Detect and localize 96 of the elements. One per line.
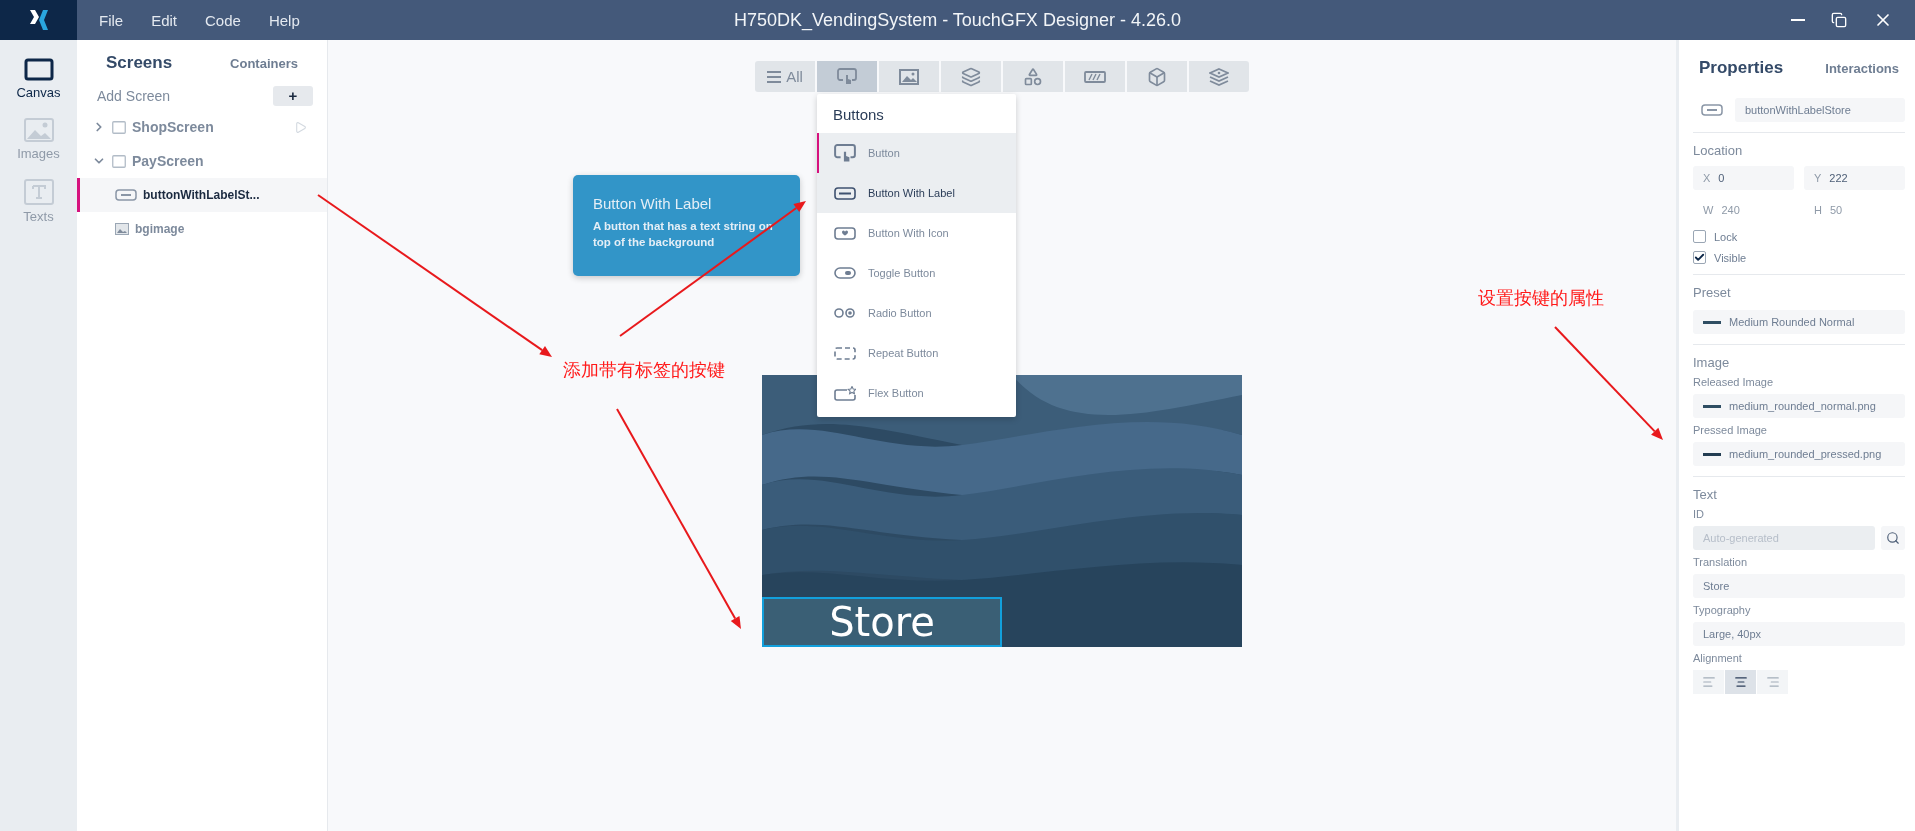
checkbox-label: Lock bbox=[1714, 230, 1738, 243]
dashed-button-icon bbox=[834, 346, 856, 360]
radio-icon bbox=[834, 308, 856, 318]
tooltip-title: Button With Label bbox=[593, 195, 713, 212]
section-title: Location bbox=[1693, 143, 1744, 158]
field-label: Typography bbox=[1693, 604, 1752, 616]
add-screen-button[interactable]: + bbox=[273, 86, 313, 106]
swatch-icon bbox=[1703, 452, 1721, 456]
text-tag-icon bbox=[115, 189, 137, 201]
typography-field[interactable]: Large, 40px bbox=[1693, 622, 1905, 646]
panel-tab[interactable]: Interactions bbox=[1819, 59, 1905, 77]
pointer-button-icon bbox=[834, 143, 856, 163]
checkbox[interactable] bbox=[1693, 251, 1706, 264]
search-button[interactable] bbox=[1881, 526, 1905, 550]
pointer-button-icon bbox=[837, 68, 857, 85]
image-icon bbox=[115, 223, 129, 235]
preset-field[interactable]: Medium Rounded Normal bbox=[1693, 310, 1905, 334]
widget-tab[interactable] bbox=[1189, 61, 1249, 92]
rail-tab[interactable]: Canvas bbox=[3, 54, 74, 104]
image-icon bbox=[899, 68, 919, 85]
menu-item[interactable]: Radio Button bbox=[817, 293, 1016, 333]
align-center-button[interactable] bbox=[1725, 670, 1756, 694]
menu-item[interactable]: Button With Label bbox=[817, 173, 1016, 213]
minimize-icon bbox=[1791, 19, 1805, 21]
name-field[interactable]: buttonWithLabelStore bbox=[1735, 98, 1905, 122]
menu-item[interactable]: Code bbox=[205, 11, 241, 29]
section-title: Image bbox=[1693, 355, 1731, 370]
star-button-icon bbox=[834, 385, 856, 401]
widget-tab[interactable]: All bbox=[755, 61, 815, 92]
screen-icon bbox=[112, 154, 126, 168]
field-label: Released Image bbox=[1693, 376, 1775, 388]
swatch-icon bbox=[1703, 404, 1721, 408]
coordinate-field[interactable]: Y 222 bbox=[1804, 166, 1905, 190]
checkbox-label: Visible bbox=[1714, 251, 1747, 264]
align-left-icon bbox=[1701, 675, 1716, 689]
tree-item[interactable]: bgimage bbox=[77, 212, 327, 246]
screen-icon bbox=[112, 120, 126, 134]
image-icon bbox=[23, 118, 54, 142]
section-title: Text bbox=[1693, 487, 1718, 502]
restore-button[interactable] bbox=[1829, 10, 1849, 30]
widget-tab[interactable] bbox=[1003, 61, 1063, 92]
image-field[interactable]: medium_rounded_normal.png bbox=[1693, 394, 1905, 418]
widget-tab[interactable] bbox=[1065, 61, 1125, 92]
menu-item[interactable]: File bbox=[99, 11, 124, 29]
layers-icon bbox=[961, 66, 981, 87]
align-center-icon bbox=[1733, 675, 1748, 689]
widget-tab[interactable] bbox=[1127, 61, 1187, 92]
panel-tab[interactable]: Containers bbox=[224, 54, 304, 72]
align-right-icon bbox=[1765, 675, 1780, 689]
menu-item[interactable]: Edit bbox=[151, 11, 178, 29]
text-tag-icon bbox=[1701, 104, 1723, 116]
text-icon bbox=[23, 179, 54, 205]
toggle-icon bbox=[834, 267, 856, 279]
menu-icon bbox=[767, 70, 782, 83]
window-title: H750DK_VendingSystem - TouchGFX Designer - 4.26.0 bbox=[734, 9, 1181, 31]
progress-bar-icon bbox=[1084, 70, 1106, 83]
field-label: Alignment bbox=[1693, 652, 1743, 664]
tree-item[interactable]: buttonWithLabelSt... bbox=[77, 178, 327, 212]
stacked-layers-icon bbox=[1209, 67, 1229, 86]
field-label: Translation bbox=[1693, 556, 1748, 568]
panel-tab[interactable]: Screens bbox=[99, 52, 179, 74]
field-label: ID bbox=[1693, 508, 1705, 520]
menu-item[interactable]: Button With Icon bbox=[817, 213, 1016, 253]
menu-title: Buttons bbox=[832, 105, 885, 125]
menu-item[interactable]: Repeat Button bbox=[817, 333, 1016, 373]
app-logo bbox=[28, 9, 49, 31]
canvas-icon bbox=[23, 58, 54, 81]
search-icon bbox=[1886, 531, 1900, 545]
image-field[interactable]: medium_rounded_pressed.png bbox=[1693, 442, 1905, 466]
tree-item[interactable]: PayScreen bbox=[132, 153, 204, 169]
translation-field[interactable]: Store bbox=[1693, 574, 1905, 598]
rail-tab[interactable]: Texts bbox=[3, 175, 74, 228]
add-screen-label: Add Screen bbox=[97, 88, 171, 104]
store-button[interactable]: Store bbox=[762, 597, 1002, 647]
shapes-icon bbox=[1023, 66, 1043, 87]
widget-tab[interactable] bbox=[817, 61, 877, 92]
menu-item[interactable]: Flex Button bbox=[817, 373, 1016, 413]
heart-button-icon bbox=[834, 226, 856, 240]
field-label: Pressed Image bbox=[1693, 424, 1768, 436]
rail-tab[interactable]: Images bbox=[3, 114, 74, 165]
restore-icon bbox=[1831, 12, 1847, 28]
coordinate-field[interactable]: X 0 bbox=[1693, 166, 1794, 190]
annotation-text: 设置按键的属性 bbox=[1478, 286, 1604, 310]
section-title: Preset bbox=[1693, 285, 1732, 300]
panel-tab[interactable]: Properties bbox=[1693, 57, 1790, 79]
cube-icon bbox=[1147, 66, 1167, 87]
swatch-icon bbox=[1703, 320, 1721, 324]
text-tag-icon bbox=[834, 186, 856, 200]
menu-item[interactable]: Toggle Button bbox=[817, 253, 1016, 293]
menu-item[interactable]: Button bbox=[817, 133, 1016, 173]
widget-tab[interactable] bbox=[879, 61, 939, 92]
annotation-text: 添加带有标签的按键 bbox=[563, 358, 725, 382]
widget-tab[interactable] bbox=[941, 61, 1001, 92]
menu-item[interactable]: Help bbox=[268, 11, 300, 29]
checkbox[interactable] bbox=[1693, 230, 1706, 243]
tree-item[interactable]: ShopScreen bbox=[132, 119, 214, 135]
